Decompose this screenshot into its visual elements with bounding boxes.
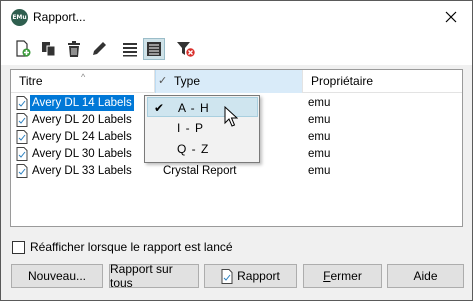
delete-icon — [68, 41, 80, 57]
report-document-icon — [16, 130, 28, 144]
column-title-label: Titre — [19, 74, 43, 88]
title-bar: EMu Rapport... — [1, 1, 472, 33]
sort-ascending-icon: ^ — [81, 72, 86, 82]
row-title: Avery DL 30 Labels — [32, 148, 132, 160]
clear-filter-icon — [177, 42, 195, 57]
column-header-owner[interactable]: Propriétaire — [303, 70, 462, 93]
list-view-icon — [123, 43, 137, 57]
report-document-icon — [16, 164, 28, 178]
help-button[interactable]: Aide — [387, 264, 464, 288]
filter-dropdown-check-icon[interactable]: ✓ — [158, 70, 167, 93]
edit-pencil-icon — [93, 42, 106, 55]
row-owner: emu — [308, 114, 331, 126]
filter-option-q-z[interactable]: Q - Z — [147, 139, 258, 159]
filter-option-a-h[interactable]: ✔ A - H — [147, 97, 258, 117]
clear-filter-button[interactable] — [175, 38, 197, 60]
column-type-label: Type — [174, 74, 201, 88]
row-title: Avery DL 24 Labels — [32, 131, 132, 143]
report-button[interactable]: Rapport — [204, 264, 297, 288]
type-filter-menu: ✔ A - H I - P Q - Z — [144, 95, 260, 163]
new-button[interactable]: Nouveau... — [11, 264, 103, 288]
report-document-icon — [16, 113, 28, 127]
report-document-icon — [16, 96, 28, 110]
list-item[interactable]: Avery DL 33 Labels Crystal Report emu — [11, 163, 462, 179]
column-owner-label: Propriétaire — [311, 74, 374, 88]
copy-report-button[interactable] — [38, 38, 60, 60]
report-document-icon — [221, 268, 233, 284]
report-document-icon — [16, 147, 28, 161]
row-owner: emu — [308, 165, 331, 177]
row-owner: emu — [308, 148, 331, 160]
window-title: Rapport... — [33, 10, 86, 24]
mouse-pointer-icon — [224, 106, 238, 127]
new-report-icon — [16, 40, 31, 57]
app-logo-icon: EMu — [11, 9, 28, 26]
filter-option-i-p[interactable]: I - P — [147, 118, 258, 138]
row-owner: emu — [308, 97, 331, 109]
row-title: Avery DL 20 Labels — [32, 114, 132, 126]
row-title: Avery DL 14 Labels — [30, 95, 134, 111]
copy-report-icon — [42, 42, 56, 57]
redisplay-checkbox[interactable] — [12, 240, 25, 254]
checkmark-icon: ✔ — [154, 101, 165, 115]
report-dialog: EMu Rapport... ^ Titre ✓ Type Propriétai… — [0, 0, 473, 301]
redisplay-option[interactable]: Réafficher lorsque le rapport est lancé — [12, 239, 233, 255]
close-icon — [445, 11, 457, 23]
toolbar — [1, 33, 472, 65]
new-report-button[interactable] — [12, 38, 34, 60]
redisplay-checkbox-label: Réafficher lorsque le rapport est lancé — [30, 240, 233, 254]
list-header: ^ Titre ✓ Type Propriétaire — [11, 70, 462, 93]
column-header-title[interactable]: ^ Titre — [11, 70, 155, 93]
edit-button[interactable] — [88, 38, 110, 60]
row-title: Avery DL 33 Labels — [32, 165, 132, 177]
report-all-button[interactable]: Rapport sur tous — [109, 262, 199, 290]
row-type: Crystal Report — [163, 165, 237, 177]
detail-view-icon — [147, 42, 161, 56]
list-view-button[interactable] — [119, 38, 141, 60]
detail-view-button[interactable] — [143, 38, 165, 60]
close-window-button[interactable] — [437, 5, 465, 29]
close-button[interactable]: Fermer — [303, 264, 382, 288]
delete-button[interactable] — [63, 38, 85, 60]
column-header-type[interactable]: ✓ Type — [155, 70, 303, 93]
row-owner: emu — [308, 131, 331, 143]
